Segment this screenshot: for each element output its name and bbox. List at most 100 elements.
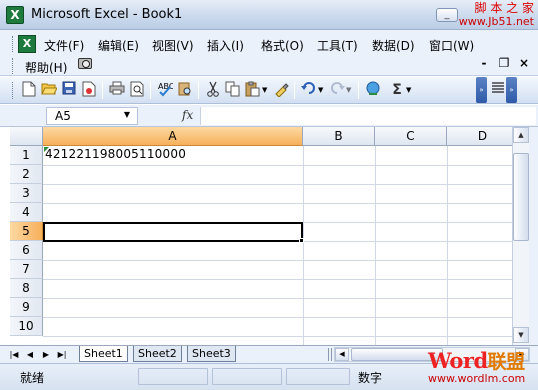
gridline (303, 146, 304, 345)
gridline (43, 184, 512, 185)
formula-input[interactable] (200, 107, 536, 125)
menu-format[interactable]: 格式(O) (261, 37, 304, 54)
menu-grip[interactable] (12, 36, 15, 52)
redo-icon[interactable] (328, 81, 346, 99)
brand-word: Word (428, 348, 488, 373)
active-cell-a5[interactable] (43, 222, 303, 242)
menu-help[interactable]: 帮助(H) (25, 59, 67, 76)
gridline (43, 317, 512, 318)
row-header-3[interactable]: 3 (10, 184, 43, 203)
copy-icon[interactable] (224, 81, 242, 99)
camera-icon[interactable] (78, 58, 92, 69)
sheet-tab-sheet2[interactable]: Sheet2 (133, 346, 182, 362)
scroll-left-icon[interactable]: ◀ (335, 348, 349, 361)
permission-icon[interactable] (80, 81, 98, 99)
toolbar-separator (294, 82, 295, 99)
brand-cn: 联盟 (487, 351, 526, 373)
row-header-2[interactable]: 2 (10, 165, 43, 184)
status-panel (138, 368, 208, 385)
gridline (43, 165, 512, 166)
align-icon[interactable] (489, 81, 507, 99)
next-sheet-icon[interactable]: ▶ (40, 348, 52, 361)
column-header-d[interactable]: D (447, 127, 512, 146)
column-header-a[interactable]: A (43, 127, 303, 146)
scroll-down-icon[interactable]: ▼ (513, 327, 529, 343)
name-box-dropdown-icon[interactable]: ▼ (118, 107, 136, 123)
vertical-scroll-thumb[interactable] (513, 153, 529, 241)
print-preview-icon[interactable] (128, 81, 146, 99)
workbook-icon[interactable]: X (18, 35, 36, 53)
cut-icon[interactable] (204, 81, 222, 99)
fill-handle[interactable] (299, 238, 304, 243)
excel-icon[interactable]: X (6, 6, 24, 24)
brand-logo: Word联盟 (428, 347, 525, 374)
vertical-scrollbar[interactable]: ▲ ▼ (512, 127, 529, 345)
brand-watermark: Word联盟 www.wordlm.com (428, 347, 536, 389)
toolbar-grip[interactable] (12, 82, 15, 99)
row-header-8[interactable]: 8 (10, 279, 43, 298)
window-title: Microsoft Excel - Book1 (31, 7, 183, 22)
open-icon[interactable] (40, 81, 58, 99)
row-header-7[interactable]: 7 (10, 260, 43, 279)
column-header-b[interactable]: B (303, 127, 375, 146)
menu-edit[interactable]: 编辑(E) (98, 37, 139, 54)
row-header-4[interactable]: 4 (10, 203, 43, 222)
select-all-button[interactable] (10, 127, 43, 146)
undo-dropdown-icon[interactable]: ▼ (318, 81, 326, 99)
toolbar-options-icon[interactable]: » (476, 77, 487, 103)
undo-icon[interactable] (300, 81, 318, 99)
toolbar-options-icon-2[interactable]: » (506, 77, 517, 103)
hyperlink-icon[interactable] (364, 81, 382, 99)
workbook-restore-button[interactable]: ❐ (496, 55, 512, 71)
standard-toolbar: ABC ▼ ▼ ▼ Σ ▼ » » (0, 77, 538, 104)
svg-text:ABC: ABC (158, 82, 173, 91)
worksheet-grid[interactable]: A B C D 1 2 3 4 5 6 7 8 9 10 42122119800… (10, 127, 512, 345)
save-icon[interactable] (60, 81, 78, 99)
prev-sheet-icon[interactable]: ◀ (24, 348, 36, 361)
gridline (447, 146, 448, 345)
minimize-button[interactable]: _ (436, 8, 458, 22)
menu-data[interactable]: 数据(D) (372, 37, 415, 54)
insert-function-icon[interactable]: fx (182, 108, 193, 122)
sheet-tab-sheet3[interactable]: Sheet3 (187, 346, 236, 362)
spelling-icon[interactable]: ABC (156, 81, 175, 99)
brand-url: www.wordlm.com (428, 372, 526, 385)
autosum-icon[interactable]: Σ (388, 81, 406, 99)
status-panel (286, 368, 350, 385)
status-panel (212, 368, 282, 385)
row-header-1[interactable]: 1 (10, 146, 43, 165)
tab-split-handle[interactable] (328, 348, 332, 361)
menu-window[interactable]: 窗口(W) (429, 37, 474, 54)
row-header-9[interactable]: 9 (10, 298, 43, 317)
paste-dropdown-icon[interactable]: ▼ (262, 81, 270, 99)
research-icon[interactable] (176, 81, 194, 99)
sheet-tab-sheet1[interactable]: Sheet1 (79, 346, 128, 362)
menu-insert[interactable]: 插入(I) (207, 37, 244, 54)
menu-tools[interactable]: 工具(T) (317, 37, 358, 54)
menu-bar: X 文件(F) 编辑(E) 视图(V) 插入(I) 格式(O) 工具(T) 数据… (0, 30, 538, 76)
paste-icon[interactable] (244, 81, 262, 99)
gridline (43, 336, 512, 337)
row-header-5[interactable]: 5 (10, 222, 43, 241)
gridline (43, 260, 512, 261)
autosum-dropdown-icon[interactable]: ▼ (406, 81, 414, 99)
gridline (43, 279, 512, 280)
status-num-lock: 数字 (358, 371, 383, 385)
menu-view[interactable]: 视图(V) (152, 37, 194, 54)
column-header-c[interactable]: C (375, 127, 447, 146)
print-icon[interactable] (108, 81, 126, 99)
menu-grip-2[interactable] (12, 58, 15, 74)
workbook-close-button[interactable]: × (516, 55, 532, 71)
scroll-up-icon[interactable]: ▲ (513, 127, 529, 143)
cell-a1[interactable]: 421221198005110000 (45, 147, 186, 161)
watermark-line2: www.Jb51.net (458, 15, 534, 28)
redo-dropdown-icon[interactable]: ▼ (346, 81, 354, 99)
last-sheet-icon[interactable]: ▶| (56, 348, 68, 361)
workbook-minimize-button[interactable]: - (476, 55, 492, 71)
first-sheet-icon[interactable]: |◀ (8, 348, 20, 361)
row-header-10[interactable]: 10 (10, 317, 43, 336)
menu-file[interactable]: 文件(F) (44, 37, 84, 54)
new-icon[interactable] (20, 81, 38, 99)
format-painter-icon[interactable] (272, 81, 290, 99)
row-header-6[interactable]: 6 (10, 241, 43, 260)
